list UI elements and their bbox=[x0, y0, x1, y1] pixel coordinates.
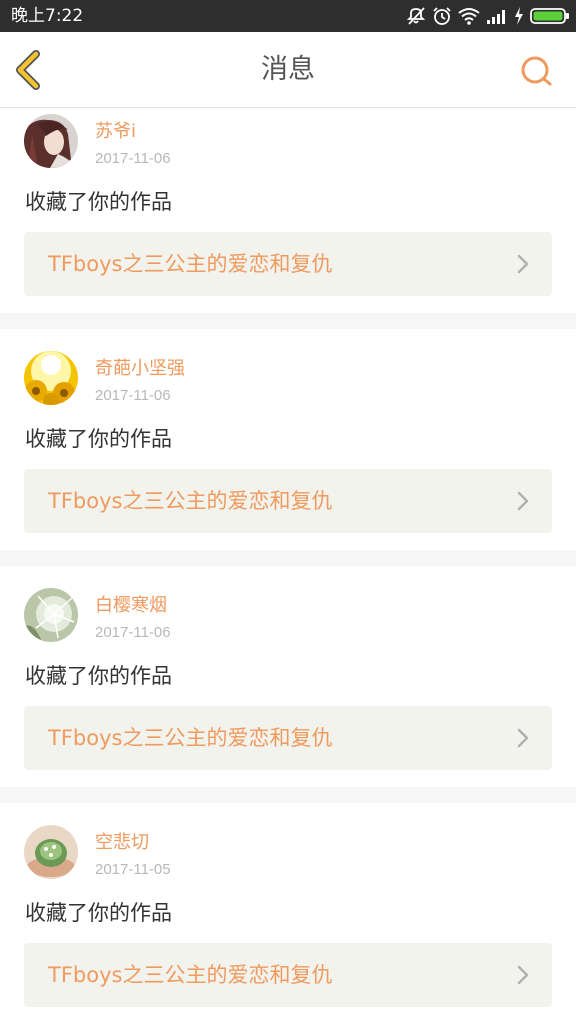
post-date: 2017-11-06 bbox=[95, 150, 171, 167]
action-text: 收藏了你的作品 bbox=[25, 664, 172, 688]
chevron-right-icon bbox=[517, 254, 529, 274]
work-title: TFboys之三公主的爱恋和复仇 bbox=[48, 252, 333, 276]
sunflower-avatar[interactable] bbox=[24, 351, 78, 405]
top-navigation-bar: 消息 bbox=[0, 32, 576, 108]
work-link[interactable]: TFboys之三公主的爱恋和复仇 bbox=[24, 469, 552, 533]
chevron-right-icon bbox=[517, 728, 529, 748]
user-name[interactable]: 苏爷i bbox=[95, 121, 136, 143]
dandelion-avatar[interactable] bbox=[24, 588, 78, 642]
work-title: TFboys之三公主的爱恋和复仇 bbox=[48, 489, 333, 513]
work-title: TFboys之三公主的爱恋和复仇 bbox=[48, 963, 333, 987]
notification-card: 空悲切 2017-11-05 收藏了你的作品 TFboys之三公主的爱恋和复仇 bbox=[0, 803, 576, 1024]
status-icons bbox=[406, 5, 570, 27]
chevron-left-icon bbox=[16, 50, 40, 90]
search-icon bbox=[521, 56, 552, 86]
post-date: 2017-11-05 bbox=[95, 861, 171, 878]
status-bar: 晚上7:22 bbox=[0, 0, 576, 32]
anime-girl-avatar[interactable] bbox=[24, 114, 78, 168]
user-name[interactable]: 白樱寒烟 bbox=[95, 595, 167, 617]
work-link[interactable]: TFboys之三公主的爱恋和复仇 bbox=[24, 706, 552, 770]
alarm-icon bbox=[433, 7, 451, 25]
user-name[interactable]: 奇葩小坚强 bbox=[95, 358, 185, 380]
status-time: 晚上7:22 bbox=[11, 6, 84, 26]
signal-icon bbox=[487, 10, 505, 24]
notification-list[interactable]: 苏爷i 2017-11-06 收藏了你的作品 TFboys之三公主的爱恋和复仇 … bbox=[0, 108, 576, 1024]
work-link[interactable]: TFboys之三公主的爱恋和复仇 bbox=[24, 232, 552, 296]
work-title: TFboys之三公主的爱恋和复仇 bbox=[48, 726, 333, 750]
work-link[interactable]: TFboys之三公主的爱恋和复仇 bbox=[24, 943, 552, 1007]
battery-icon bbox=[530, 8, 569, 24]
search-button[interactable] bbox=[518, 53, 556, 91]
notification-card: 白樱寒烟 2017-11-06 收藏了你的作品 TFboys之三公主的爱恋和复仇 bbox=[0, 566, 576, 787]
post-date: 2017-11-06 bbox=[95, 624, 171, 641]
action-text: 收藏了你的作品 bbox=[25, 901, 172, 925]
action-text: 收藏了你的作品 bbox=[25, 190, 172, 214]
notification-card: 苏爷i 2017-11-06 收藏了你的作品 TFboys之三公主的爱恋和复仇 bbox=[0, 108, 576, 313]
page-title: 消息 bbox=[261, 54, 315, 85]
charging-icon bbox=[515, 7, 523, 25]
plant-in-hands-avatar[interactable] bbox=[24, 825, 78, 879]
wifi-icon bbox=[458, 8, 480, 25]
chevron-right-icon bbox=[517, 491, 529, 511]
back-button[interactable] bbox=[12, 50, 48, 90]
post-date: 2017-11-06 bbox=[95, 387, 171, 404]
mute-icon bbox=[406, 7, 426, 25]
user-name[interactable]: 空悲切 bbox=[95, 832, 149, 854]
action-text: 收藏了你的作品 bbox=[25, 427, 172, 451]
chevron-right-icon bbox=[517, 965, 529, 985]
notification-card: 奇葩小坚强 2017-11-06 收藏了你的作品 TFboys之三公主的爱恋和复… bbox=[0, 329, 576, 550]
